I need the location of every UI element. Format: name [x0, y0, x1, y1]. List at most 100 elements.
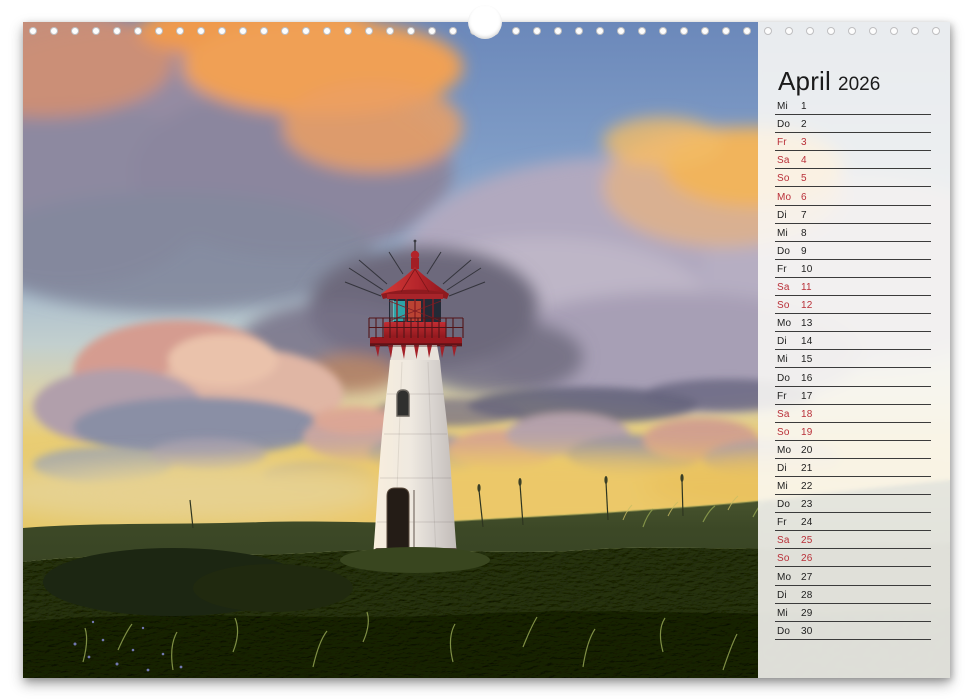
binding-hole: [785, 27, 793, 35]
day-row: Sa 18: [775, 405, 931, 423]
day-abbr: Mo: [777, 572, 791, 583]
day-abbr: Mo: [777, 192, 791, 203]
day-number: 17: [801, 391, 813, 402]
day-row: Do 9: [775, 242, 931, 260]
day-row: Do 16: [775, 368, 931, 386]
day-abbr: So: [777, 427, 790, 438]
date-panel: April2026 Mi1Do2Fr3Sa4So5Mo6Di7Mi8Do9Fr1…: [758, 22, 950, 678]
day-number: 14: [801, 336, 813, 347]
day-abbr: Mi: [777, 101, 788, 112]
binding-hole: [50, 27, 58, 35]
binding-hole: [302, 27, 310, 35]
day-row: Fr 17: [775, 387, 931, 405]
day-abbr: Fr: [777, 517, 787, 528]
day-abbr: Fr: [777, 391, 787, 402]
day-abbr: Sa: [777, 535, 790, 546]
day-abbr: So: [777, 173, 790, 184]
binding-hole: [239, 27, 247, 35]
day-abbr: Do: [777, 373, 790, 384]
month-title: April 2026: [778, 66, 880, 97]
day-row: Do 23: [775, 495, 931, 513]
day-number: 7: [801, 210, 807, 221]
day-number: 10: [801, 264, 813, 275]
day-row: Do2: [775, 115, 931, 133]
binding-hole: [71, 27, 79, 35]
day-abbr: Mi: [777, 608, 788, 619]
day-row: Di28: [775, 586, 931, 604]
day-abbr: Mo: [777, 445, 791, 456]
day-number: 6: [801, 192, 807, 203]
day-abbr: Di: [777, 463, 787, 474]
day-row: Di7: [775, 206, 931, 224]
day-row: Fr 10: [775, 260, 931, 278]
day-row: Mi1: [775, 97, 931, 115]
day-number: 4: [801, 155, 807, 166]
binding-hole: [617, 27, 625, 35]
day-abbr: Di: [777, 336, 787, 347]
day-abbr: Mi: [777, 354, 788, 365]
day-row: So12: [775, 296, 931, 314]
binding-hole: [176, 27, 184, 35]
day-abbr: So: [777, 553, 790, 564]
binding-hole: [365, 27, 373, 35]
binding-hole: [743, 27, 751, 35]
day-number: 3: [801, 137, 807, 148]
day-number: 5: [801, 173, 807, 184]
day-row: So 19: [775, 423, 931, 441]
day-row: Mo 27: [775, 567, 931, 585]
binding-hole: [29, 27, 37, 35]
day-row: Fr3: [775, 133, 931, 151]
day-row: Mi29: [775, 604, 931, 622]
day-row: Di 14: [775, 332, 931, 350]
day-abbr: Sa: [777, 409, 790, 420]
day-number: 26: [801, 553, 813, 564]
year-label: 2026: [838, 74, 880, 95]
day-abbr: Do: [777, 119, 790, 130]
day-row: So 26: [775, 549, 931, 567]
day-abbr: Do: [777, 246, 790, 257]
day-abbr: Do: [777, 499, 790, 510]
binding-hole: [554, 27, 562, 35]
day-row: Mo 13: [775, 314, 931, 332]
day-number: 27: [801, 572, 813, 583]
day-number: 18: [801, 409, 813, 420]
binding-hole: [323, 27, 331, 35]
day-abbr: Do: [777, 626, 790, 637]
binding-hole: [890, 27, 898, 35]
binding-hole: [932, 27, 940, 35]
binding-hole: [449, 27, 457, 35]
day-row: Sa4: [775, 151, 931, 169]
day-row: Mo 6: [775, 187, 931, 205]
day-number: 16: [801, 373, 813, 384]
binding-hole: [512, 27, 520, 35]
day-number: 19: [801, 427, 813, 438]
day-number: 9: [801, 246, 807, 257]
day-number: 13: [801, 318, 813, 329]
day-number: 15: [801, 354, 813, 365]
day-row: Mi8: [775, 224, 931, 242]
month-label: April: [778, 66, 831, 96]
binding-hole: [701, 27, 709, 35]
day-number: 28: [801, 590, 813, 601]
binding-hole: [764, 27, 772, 35]
day-number: 24: [801, 517, 813, 528]
day-row: So 5: [775, 169, 931, 187]
day-row: Mi 15: [775, 350, 931, 368]
day-row: Mi22: [775, 477, 931, 495]
day-row: Sa11: [775, 278, 931, 296]
day-abbr: Mo: [777, 318, 791, 329]
binding-hole: [197, 27, 205, 35]
day-number: 22: [801, 481, 813, 492]
day-number: 23: [801, 499, 813, 510]
binding-hole: [92, 27, 100, 35]
binding-hole: [638, 27, 646, 35]
binding-hole: [113, 27, 121, 35]
day-row: Sa25: [775, 531, 931, 549]
binding-hole: [869, 27, 877, 35]
day-number: 12: [801, 300, 813, 311]
day-number: 21: [801, 463, 813, 474]
calendar-page: April2026 Mi1Do2Fr3Sa4So5Mo6Di7Mi8Do9Fr1…: [23, 22, 950, 678]
day-abbr: Fr: [777, 264, 787, 275]
binding-hole: [722, 27, 730, 35]
binding-hole: [260, 27, 268, 35]
